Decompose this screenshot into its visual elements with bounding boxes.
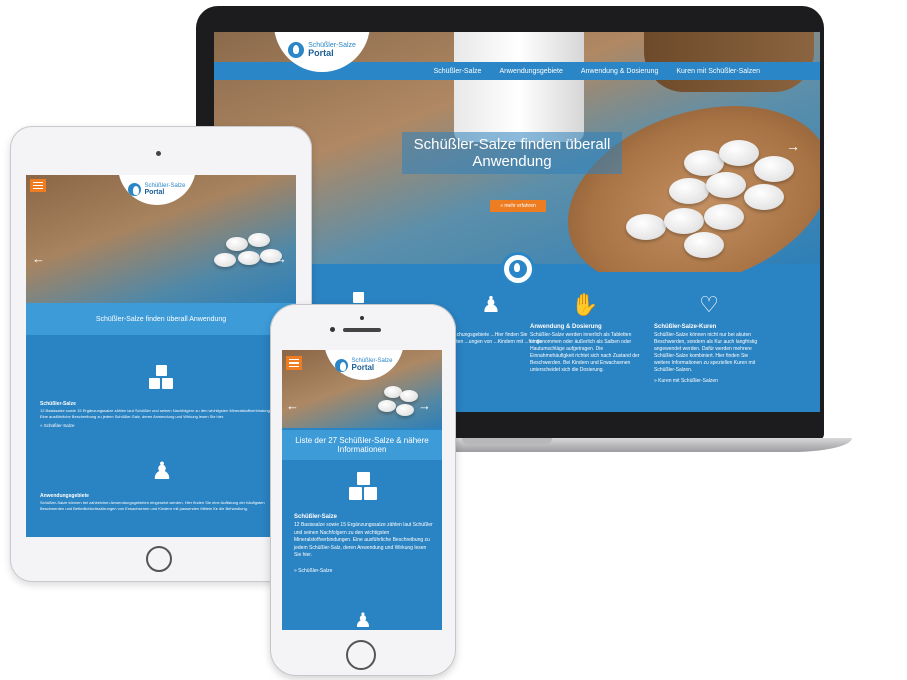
bottle-image bbox=[454, 32, 584, 142]
pill bbox=[684, 232, 724, 258]
nav-item-anwendungsgebiete[interactable]: Anwendungsgebiete bbox=[499, 68, 562, 75]
feature-column-4: ♡ Schüßler-Salze-Kuren Schüßler-Salze kö… bbox=[654, 282, 764, 384]
hero-heading: Schüßler-Salze finden überall Anwendung bbox=[402, 132, 622, 174]
tablet-home-button[interactable] bbox=[146, 546, 172, 572]
feature-column-3: ✋ Anwendung & Dosierung Schüßler-Salze w… bbox=[530, 282, 640, 374]
logo-text-line2: Portal bbox=[144, 188, 165, 196]
tablet-camera bbox=[156, 151, 161, 156]
slider-prev-arrow-icon[interactable]: ← bbox=[32, 251, 45, 266]
hand-pills-icon: ✋ bbox=[571, 292, 599, 317]
pill bbox=[744, 184, 784, 210]
logo-leaf-icon bbox=[509, 260, 527, 278]
block-title: Schüßler-Salze bbox=[294, 514, 338, 520]
hamburger-menu-icon[interactable] bbox=[30, 179, 46, 192]
center-logo-badge bbox=[501, 252, 535, 286]
kuren-link[interactable]: » Kuren mit Schüßler-Salzen bbox=[654, 378, 764, 384]
block-text: Schüßler-Salze können bei zahlreichen An… bbox=[40, 500, 265, 511]
tablet-screen: Schüßler-Salze Portal ← → Schüßler-Salze… bbox=[26, 175, 296, 537]
schuessler-salze-link[interactable]: » Schüßler-Salze bbox=[294, 568, 434, 574]
block-title: Anwendungsgebiete bbox=[40, 493, 89, 499]
logo-text-line2: Portal bbox=[351, 363, 375, 372]
pill bbox=[706, 172, 746, 198]
nav-item-kuren[interactable]: Kuren mit Schüßler-Salzen bbox=[676, 68, 760, 75]
slider-next-arrow-icon[interactable]: → bbox=[274, 251, 287, 266]
tablet-heading: Schüßler-Salze finden überall Anwendung bbox=[26, 303, 296, 335]
phone-front-sensor bbox=[360, 316, 364, 320]
logo-text-line2: Portal bbox=[308, 48, 334, 58]
boxes-icon bbox=[294, 472, 434, 508]
block-text: 12 Basissalze sowie 15 Ergänzungssalze z… bbox=[40, 408, 276, 419]
block-title: Schüßler-Salze bbox=[40, 401, 76, 407]
hamburger-menu-icon[interactable] bbox=[286, 356, 302, 370]
feature-text: Schüßler-Salze werden innerlich als Tabl… bbox=[530, 332, 640, 373]
feature-title: Anwendung & Dosierung bbox=[530, 324, 602, 330]
more-button[interactable]: » mehr erfahren bbox=[490, 200, 546, 212]
pill bbox=[396, 404, 414, 416]
phone-block-schuessler-salze: Schüßler-Salze 12 Basissalze sowie 15 Er… bbox=[294, 472, 434, 574]
pill bbox=[226, 237, 248, 251]
schuessler-salze-link[interactable]: » Schüßler-Salze bbox=[40, 423, 284, 428]
nav-item-schuessler-salze[interactable]: Schüßler-Salze bbox=[434, 68, 482, 75]
slider-next-arrow-icon[interactable]: → bbox=[418, 398, 431, 413]
device-mockup-stage: Schüßler-Salze Anwendungsgebiete Anwendu… bbox=[0, 0, 907, 680]
pill bbox=[664, 208, 704, 234]
pill bbox=[378, 400, 396, 412]
person-dog-icon: ♟ bbox=[151, 458, 173, 485]
phone-screen: Schüßler-Salze Portal ← → Liste der 27 S… bbox=[282, 350, 442, 630]
feature-title: Schüßler-Salze-Kuren bbox=[654, 324, 717, 330]
person-icon: ♟ bbox=[354, 610, 372, 630]
phone-heading: Liste der 27 Schüßler-Salze & nähere Inf… bbox=[282, 430, 442, 460]
slider-prev-arrow-icon[interactable]: ← bbox=[286, 398, 299, 413]
phone-home-button[interactable] bbox=[346, 640, 376, 670]
laptop-notch bbox=[462, 438, 552, 444]
pill bbox=[704, 204, 744, 230]
phone-camera bbox=[330, 327, 335, 332]
pill bbox=[626, 214, 666, 240]
pill bbox=[669, 178, 709, 204]
pill bbox=[719, 140, 759, 166]
pill bbox=[248, 233, 270, 247]
tablet-block-anwendungsgebiete: ♟ Anwendungsgebiete Schüßler-Salze könne… bbox=[40, 457, 284, 511]
pill bbox=[214, 253, 236, 267]
phone-speaker bbox=[343, 328, 381, 332]
pill bbox=[238, 251, 260, 265]
feature-text: Schüßler-Salze können nicht nur bei akut… bbox=[654, 332, 758, 373]
logo-leaf-icon bbox=[288, 42, 305, 58]
tablet-block-schuessler-salze: Schüßler-Salze 12 Basissalze sowie 15 Er… bbox=[40, 365, 284, 428]
pill bbox=[400, 390, 418, 402]
nav-item-anwendung-dosierung[interactable]: Anwendung & Dosierung bbox=[581, 68, 658, 75]
pill bbox=[754, 156, 794, 182]
logo-leaf-icon bbox=[128, 182, 142, 196]
slider-next-arrow-icon[interactable]: → bbox=[786, 138, 800, 154]
block-text: 12 Basissalze sowie 15 Ergänzungssalze z… bbox=[294, 522, 433, 558]
logo-leaf-icon bbox=[335, 358, 349, 372]
hand-care-icon: ♡ bbox=[699, 292, 719, 317]
boxes-icon bbox=[40, 365, 284, 397]
